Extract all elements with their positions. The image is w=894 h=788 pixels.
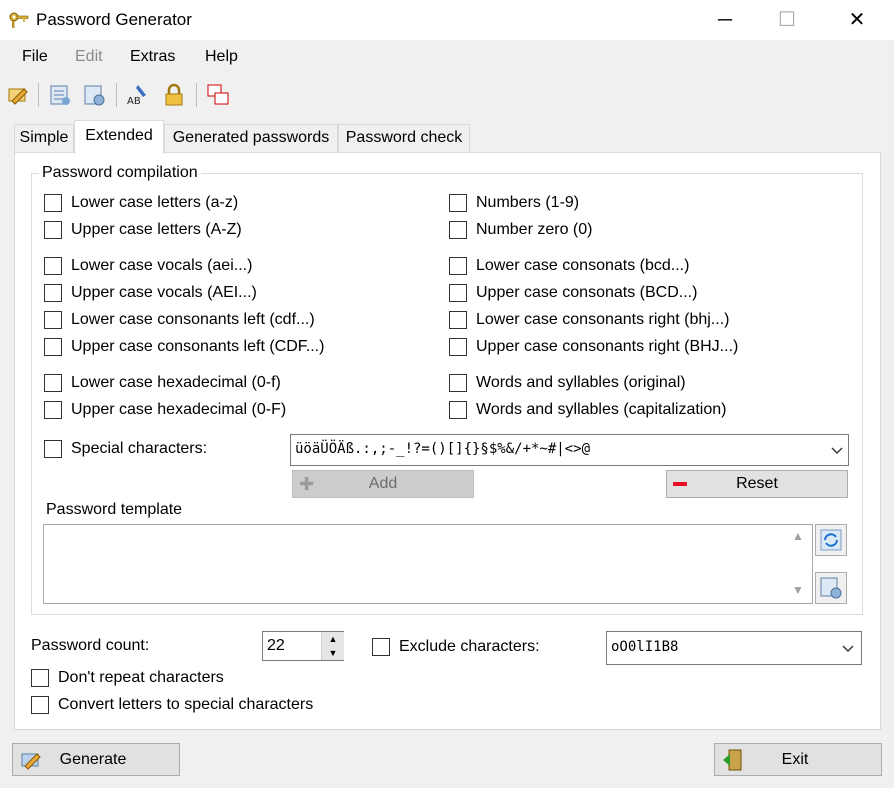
special-characters-combo[interactable]: üöäÜÖÄß.:,;-_!?=()[]{}§$%&/+*~#|<>@ bbox=[290, 434, 849, 466]
right-checkbox-label: Lower case consonants right (bhj...) bbox=[476, 311, 730, 328]
right-checkbox-label: Words and syllables (capitalization) bbox=[476, 401, 727, 418]
scroll-up-icon[interactable]: ▲ bbox=[792, 529, 804, 543]
template-settings-button[interactable] bbox=[815, 572, 847, 604]
list-icon[interactable] bbox=[48, 83, 72, 107]
right-checkbox-label: Numbers (1-9) bbox=[476, 194, 580, 211]
right-checkbox-3[interactable] bbox=[449, 284, 467, 302]
add-button-label: Add bbox=[368, 475, 398, 492]
exclude-characters-value: oO0lI1B8 bbox=[611, 639, 679, 655]
close-button[interactable]: ✕ bbox=[827, 0, 887, 40]
left-checkbox-2[interactable] bbox=[44, 257, 62, 275]
chevron-down-icon bbox=[842, 645, 854, 652]
special-characters-label: Special characters: bbox=[71, 440, 208, 457]
right-checkbox-label: Lower case consonats (bcd...) bbox=[476, 257, 690, 274]
reset-button[interactable]: Reset bbox=[666, 470, 848, 498]
left-checkbox-label: Lower case hexadecimal (0-f) bbox=[71, 374, 281, 391]
menu-bar: File Edit Extras Help bbox=[0, 40, 894, 73]
right-checkbox-label: Words and syllables (original) bbox=[476, 374, 686, 391]
toolbar-separator bbox=[116, 83, 117, 107]
left-checkbox-label: Upper case hexadecimal (0-F) bbox=[71, 401, 287, 418]
refresh-icon bbox=[820, 529, 842, 551]
right-checkbox-0[interactable] bbox=[449, 194, 467, 212]
right-checkbox-label: Number zero (0) bbox=[476, 221, 593, 238]
right-checkbox-6[interactable] bbox=[449, 374, 467, 392]
add-button[interactable]: ✚ Add bbox=[292, 470, 474, 498]
menu-extras[interactable]: Extras bbox=[130, 48, 175, 66]
gear-list-icon bbox=[820, 577, 842, 599]
exclude-characters-combo[interactable]: oO0lI1B8 bbox=[606, 631, 862, 665]
password-template-label: Password template bbox=[43, 501, 186, 519]
left-checkbox-1[interactable] bbox=[44, 221, 62, 239]
gear-list-icon[interactable] bbox=[82, 83, 106, 107]
left-checkbox-3[interactable] bbox=[44, 284, 62, 302]
svg-text:AB: AB bbox=[127, 96, 141, 107]
right-checkbox-label: Upper case consonants right (BHJ...) bbox=[476, 338, 739, 355]
right-checkbox-4[interactable] bbox=[449, 311, 467, 329]
key-pencil-icon bbox=[21, 753, 41, 770]
tab-password-check[interactable]: Password check bbox=[338, 124, 470, 152]
left-checkbox-label: Upper case consonants left (CDF...) bbox=[71, 338, 325, 355]
exclude-characters-label: Exclude characters: bbox=[399, 638, 540, 655]
exit-button[interactable]: Exit bbox=[714, 743, 882, 776]
lock-icon[interactable] bbox=[162, 83, 186, 107]
left-checkbox-6[interactable] bbox=[44, 374, 62, 392]
keys-icon bbox=[9, 12, 29, 28]
tab-panel-extended: Password compilation Special characters:… bbox=[14, 152, 881, 730]
right-checkbox-1[interactable] bbox=[449, 221, 467, 239]
refresh-template-button[interactable] bbox=[815, 524, 847, 556]
toolbar-separator bbox=[196, 83, 197, 107]
special-characters-checkbox[interactable] bbox=[44, 440, 62, 458]
password-template-textarea[interactable]: ▲ ▼ bbox=[43, 524, 813, 604]
minus-icon bbox=[673, 482, 687, 486]
generate-button-label: Generate bbox=[59, 751, 127, 768]
compilation-group-label: Password compilation bbox=[39, 164, 201, 182]
menu-help[interactable]: Help bbox=[205, 48, 238, 66]
tab-extended[interactable]: Extended bbox=[74, 120, 164, 154]
password-count-spinner[interactable]: 22 ▲ ▼ bbox=[262, 631, 344, 661]
dont-repeat-checkbox[interactable] bbox=[31, 669, 49, 687]
left-checkbox-label: Lower case vocals (aei...) bbox=[71, 257, 253, 274]
plus-icon: ✚ bbox=[299, 474, 315, 494]
exit-button-label: Exit bbox=[781, 751, 809, 768]
left-checkbox-7[interactable] bbox=[44, 401, 62, 419]
key-pencil-icon[interactable] bbox=[6, 83, 30, 107]
menu-edit[interactable]: Edit bbox=[75, 48, 103, 66]
exit-door-icon bbox=[723, 749, 742, 771]
window-title: Password Generator bbox=[36, 10, 192, 29]
generate-button[interactable]: Generate bbox=[12, 743, 180, 776]
toolbar-separator bbox=[38, 83, 39, 107]
spellcheck-icon[interactable]: AB bbox=[126, 83, 150, 107]
scroll-down-icon[interactable]: ▼ bbox=[792, 583, 804, 597]
left-checkbox-label: Upper case letters (A-Z) bbox=[71, 221, 242, 238]
password-count-value: 22 bbox=[267, 637, 285, 654]
convert-letters-label: Convert letters to special characters bbox=[58, 696, 314, 713]
left-checkbox-label: Lower case letters (a-z) bbox=[71, 194, 239, 211]
spin-up-button[interactable]: ▲ bbox=[321, 632, 344, 647]
convert-letters-checkbox[interactable] bbox=[31, 696, 49, 714]
left-checkbox-label: Lower case consonants left (cdf...) bbox=[71, 311, 315, 328]
chevron-down-icon bbox=[831, 447, 843, 454]
right-checkbox-label: Upper case consonats (BCD...) bbox=[476, 284, 698, 301]
title-bar[interactable]: Password Generator ─ ☐ ✕ bbox=[0, 0, 894, 40]
tab-generated-passwords[interactable]: Generated passwords bbox=[164, 124, 338, 152]
special-characters-value: üöäÜÖÄß.:,;-_!?=()[]{}§$%&/+*~#|<>@ bbox=[295, 441, 591, 457]
maximize-button[interactable]: ☐ bbox=[757, 0, 817, 40]
tab-simple[interactable]: Simple bbox=[14, 124, 74, 152]
right-checkbox-7[interactable] bbox=[449, 401, 467, 419]
password-count-label: Password count: bbox=[31, 637, 150, 654]
windows-icon[interactable] bbox=[206, 83, 230, 107]
minimize-button[interactable]: ─ bbox=[695, 0, 755, 40]
spin-down-button[interactable]: ▼ bbox=[321, 646, 344, 660]
right-checkbox-5[interactable] bbox=[449, 338, 467, 356]
toolbar: AB bbox=[0, 73, 894, 117]
reset-button-label: Reset bbox=[736, 475, 778, 492]
left-checkbox-5[interactable] bbox=[44, 338, 62, 356]
left-checkbox-0[interactable] bbox=[44, 194, 62, 212]
left-checkbox-label: Upper case vocals (AEI...) bbox=[71, 284, 257, 301]
menu-file[interactable]: File bbox=[22, 48, 48, 66]
left-checkbox-4[interactable] bbox=[44, 311, 62, 329]
right-checkbox-2[interactable] bbox=[449, 257, 467, 275]
dont-repeat-label: Don't repeat characters bbox=[58, 669, 224, 686]
exclude-characters-checkbox[interactable] bbox=[372, 638, 390, 656]
